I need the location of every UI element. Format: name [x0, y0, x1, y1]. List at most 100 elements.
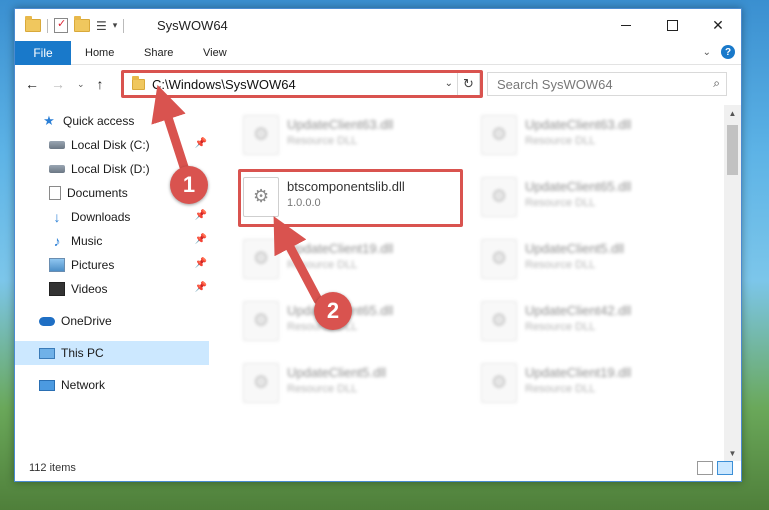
file-name: UpdateClient63.dll [287, 117, 394, 132]
list-item[interactable]: UpdateClient5.dll Resource DLL [237, 359, 467, 405]
file-list: UpdateClient63.dll Resource DLL UpdateCl… [225, 105, 725, 457]
pin-icon[interactable]: 📌 [195, 282, 207, 293]
download-icon: ↓ [53, 209, 61, 225]
dll-file-icon [481, 239, 517, 279]
dll-file-icon [243, 115, 279, 155]
forward-arrow-icon[interactable]: → [51, 76, 65, 92]
address-highlight-box [121, 70, 483, 98]
sidebar-item-label: This PC [61, 346, 104, 360]
list-item[interactable]: UpdateClient19.dll Resource DLL [475, 359, 705, 405]
file-name: UpdateClient19.dll [525, 365, 632, 380]
file-type: Resource DLL [525, 383, 596, 395]
navigation-bar: ← → ⌄ ↑ C:\Windows\SysWOW64 ⌄ ↻ Search S… [15, 67, 741, 101]
folder-icon [25, 16, 41, 32]
divider [47, 18, 48, 33]
qa-dropdown-icon[interactable]: ▾ [113, 20, 118, 31]
list-item[interactable]: UpdateClient65.dll Resource DLL [237, 297, 467, 343]
tab-share[interactable]: Share [144, 47, 173, 59]
list-item[interactable]: UpdateClient63.dll Resource DLL [475, 111, 705, 157]
sidebar-item-downloads[interactable]: ↓ Downloads 📌 [15, 205, 209, 229]
maximize-button[interactable] [649, 9, 695, 41]
sidebar-item-network[interactable]: Network [15, 373, 209, 397]
sidebar-item-label: Documents [67, 186, 128, 200]
details-view-icon[interactable] [697, 461, 713, 475]
sidebar-item-music[interactable]: ♪ Music 📌 [15, 229, 209, 253]
sidebar-item-label: Music [71, 234, 103, 248]
list-item[interactable]: UpdateClient19.dll Resource DLL [237, 235, 467, 281]
pin-icon[interactable]: 📌 [195, 234, 207, 245]
dll-file-icon [481, 363, 517, 403]
tab-home[interactable]: Home [85, 47, 114, 59]
sidebar-item-videos[interactable]: Videos 📌 [15, 277, 209, 301]
minimize-button[interactable] [603, 9, 649, 41]
tab-file[interactable]: File [15, 41, 71, 65]
sidebar-item-label: OneDrive [61, 314, 112, 328]
title-bar: ☰ ▾ SysWOW64 ✕ [15, 9, 741, 41]
close-button[interactable]: ✕ [695, 9, 741, 41]
divider [123, 18, 125, 33]
list-item[interactable]: UpdateClient63.dll Resource DLL [237, 111, 467, 157]
sidebar-item-label: Local Disk (C:) [71, 138, 150, 152]
pin-icon[interactable]: 📌 [195, 258, 207, 269]
properties-icon[interactable] [54, 17, 68, 33]
list-item[interactable]: UpdateClient5.dll Resource DLL [475, 235, 705, 281]
dll-file-icon [481, 115, 517, 155]
file-type: Resource DLL [525, 321, 596, 333]
scroll-up-icon[interactable]: ▲ [724, 105, 741, 121]
star-icon: ★ [43, 113, 55, 128]
recent-locations-icon[interactable]: ⌄ [77, 79, 85, 90]
file-name: UpdateClient5.dll [287, 365, 387, 380]
sidebar-item-pictures[interactable]: Pictures 📌 [15, 253, 209, 277]
pin-icon[interactable]: 📌 [195, 138, 207, 149]
quick-access-toolbar: ☰ ▾ [25, 16, 125, 33]
large-icons-view-icon[interactable] [717, 461, 733, 475]
search-input[interactable]: Search SysWOW64 ⌕ [487, 72, 727, 96]
dll-file-icon [243, 301, 279, 341]
up-arrow-icon[interactable]: ↑ [97, 76, 104, 92]
file-type: Resource DLL [287, 135, 358, 147]
sidebar-item-quick-access[interactable]: ★ Quick access [15, 109, 209, 133]
vertical-scrollbar[interactable]: ▲ ▼ [724, 105, 741, 461]
document-icon [49, 186, 61, 200]
pin-icon[interactable]: 📌 [195, 210, 207, 221]
file-type: Resource DLL [525, 197, 596, 209]
status-bar: 112 items [15, 457, 741, 481]
drive-icon [49, 141, 65, 149]
video-icon [49, 282, 65, 296]
navigation-pane: ★ Quick access Local Disk (C:) 📌 Local D… [15, 105, 209, 457]
search-placeholder: Search SysWOW64 [497, 77, 613, 92]
list-item[interactable]: UpdateClient65.dll Resource DLL [475, 173, 705, 219]
ribbon: File Home Share View ⌄ ? [15, 41, 741, 65]
file-name: UpdateClient19.dll [287, 241, 394, 256]
sidebar-item-label: Videos [71, 282, 108, 296]
pictures-icon [49, 258, 65, 272]
file-type: Resource DLL [287, 383, 358, 395]
expand-ribbon-icon[interactable]: ⌄ [703, 47, 711, 58]
sidebar-item-label: Pictures [71, 258, 115, 272]
sidebar-item-label: Quick access [63, 114, 135, 128]
computer-icon [39, 347, 55, 359]
callout-badge-2: 2 [314, 292, 352, 330]
file-type: Resource DLL [525, 135, 596, 147]
list-item[interactable]: UpdateClient42.dll Resource DLL [475, 297, 705, 343]
dll-file-icon [243, 239, 279, 279]
drive-icon [49, 165, 65, 173]
scroll-thumb[interactable] [727, 125, 738, 175]
back-arrow-icon[interactable]: ← [25, 76, 39, 92]
item-count: 112 items [29, 462, 76, 474]
new-folder-icon[interactable] [74, 16, 90, 32]
file-name: UpdateClient63.dll [525, 117, 632, 132]
network-icon [39, 379, 55, 391]
file-highlight-box [238, 169, 463, 227]
help-icon[interactable]: ? [721, 45, 735, 59]
sidebar-item-this-pc[interactable]: This PC [15, 341, 209, 365]
file-type: Resource DLL [525, 259, 596, 271]
tab-view[interactable]: View [203, 47, 227, 59]
file-name: UpdateClient5.dll [525, 241, 625, 256]
customize-qa-icon[interactable]: ☰ [96, 19, 107, 33]
sidebar-item-local-disk-c[interactable]: Local Disk (C:) 📌 [15, 133, 209, 157]
search-icon[interactable]: ⌕ [713, 76, 720, 91]
dll-file-icon [481, 301, 517, 341]
music-icon: ♪ [53, 233, 61, 249]
sidebar-item-onedrive[interactable]: OneDrive [15, 309, 209, 333]
